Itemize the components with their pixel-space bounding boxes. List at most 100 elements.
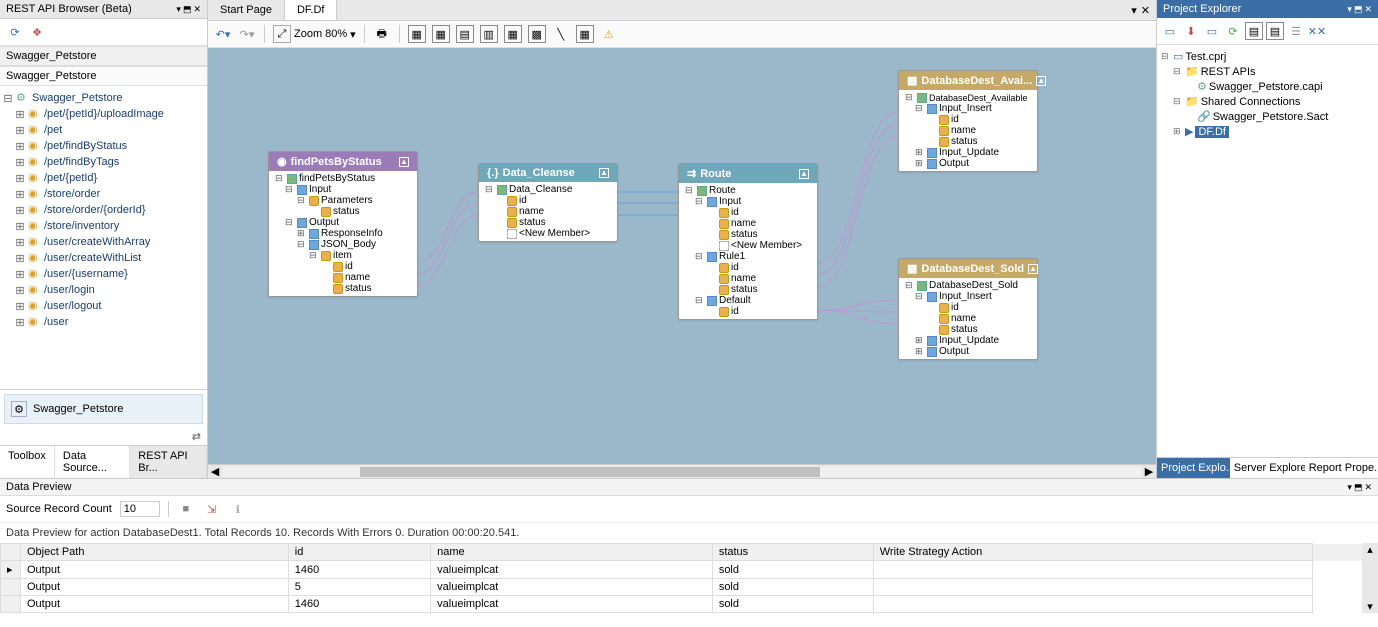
tab-data-source[interactable]: Data Source...: [55, 446, 130, 478]
api-endpoint[interactable]: /user/login: [44, 284, 95, 296]
col-object-path[interactable]: Object Path: [21, 544, 289, 561]
tab-start-page[interactable]: Start Page: [208, 0, 285, 20]
scroll-up-icon[interactable]: ▴: [1367, 543, 1373, 556]
col-name[interactable]: name: [431, 544, 713, 561]
api-tree[interactable]: ⊟⚙Swagger_Petstore ⊞◉/pet/{petId}/upload…: [0, 86, 207, 389]
refresh-icon[interactable]: ⟳: [1224, 22, 1242, 40]
api-endpoint[interactable]: /pet: [44, 124, 62, 136]
pin-icon[interactable]: ⬒: [183, 4, 192, 15]
table-row[interactable]: ▸Output1460valueimplcatsold: [1, 561, 1362, 579]
api-endpoint[interactable]: /pet/{petId}/uploadImage: [44, 108, 164, 120]
nav-arrows[interactable]: ⇄: [0, 428, 207, 445]
horizontal-scrollbar[interactable]: ◀ ▶: [208, 464, 1156, 478]
expand-icon[interactable]: ⊞: [14, 284, 26, 297]
dropdown-icon[interactable]: ▾: [176, 4, 181, 15]
close-icon[interactable]: ✕: [1364, 4, 1372, 15]
zoom-value[interactable]: 80%: [325, 28, 347, 40]
dataflow-canvas[interactable]: ◉findPetsByStatus▲ ⊟findPetsByStatus ⊟In…: [208, 48, 1156, 464]
expand-icon[interactable]: ⊞: [14, 108, 26, 121]
redo-icon[interactable]: ↷▾: [238, 25, 256, 43]
scroll-down-icon[interactable]: ▾: [1367, 600, 1373, 613]
vertical-scrollbar[interactable]: ▴ ▾: [1362, 543, 1378, 613]
api-endpoint[interactable]: /user/{username}: [44, 268, 128, 280]
stop-icon[interactable]: ■: [177, 500, 195, 518]
tree-root[interactable]: Test.cprj: [1185, 51, 1226, 63]
tab-report-properties[interactable]: Report Prope...: [1305, 458, 1378, 478]
expand-icon[interactable]: ⊞: [14, 252, 26, 265]
tree-node[interactable]: REST APIs: [1201, 66, 1256, 78]
pin-icon[interactable]: ⬒: [1354, 4, 1363, 15]
api-endpoint[interactable]: /pet/findByStatus: [44, 140, 127, 152]
warning-icon[interactable]: ⚠: [600, 25, 618, 43]
tree-leaf[interactable]: Swagger_Petstore.capi: [1209, 81, 1323, 93]
tab-dropdown-icon[interactable]: ▾: [1131, 4, 1137, 17]
undo-icon[interactable]: ↶▾: [214, 25, 232, 43]
tool-icon-5[interactable]: ▤: [1245, 22, 1263, 40]
grid-icon[interactable]: ▦: [576, 25, 594, 43]
expand-icon[interactable]: ⊞: [14, 316, 26, 329]
tool-icon-8[interactable]: ✕✕: [1308, 22, 1326, 40]
record-count-input[interactable]: [120, 501, 160, 517]
tool-icon-3[interactable]: ▭: [1203, 22, 1221, 40]
node-toggle-icon[interactable]: ▲: [599, 168, 609, 178]
tree-root-label[interactable]: Swagger_Petstore: [32, 92, 123, 104]
tree-node[interactable]: Shared Connections: [1201, 96, 1301, 108]
api-endpoint[interactable]: /user/createWithArray: [44, 236, 150, 248]
col-id[interactable]: id: [288, 544, 430, 561]
close-icon[interactable]: ✕: [193, 4, 201, 15]
expand-icon[interactable]: ⊞: [14, 140, 26, 153]
dropdown-icon[interactable]: ▾: [1347, 482, 1352, 493]
node-database-dest-available[interactable]: ▦DatabaseDest_Avai...▲ ⊟DatabaseDest_Ava…: [898, 70, 1038, 172]
project-tree[interactable]: ⊟▭Test.cprj ⊟📁REST APIs ⚙Swagger_Petstor…: [1157, 45, 1378, 457]
node-data-cleanse[interactable]: {.}Data_Cleanse▲ ⊟Data_Cleanse id name s…: [478, 163, 618, 242]
info-icon[interactable]: ℹ: [229, 500, 247, 518]
node-toggle-icon[interactable]: ▲: [1028, 264, 1038, 274]
api-endpoint[interactable]: /user/logout: [44, 300, 101, 312]
api-endpoint[interactable]: /store/inventory: [44, 220, 119, 232]
expand-icon[interactable]: ⊞: [14, 236, 26, 249]
tab-close-icon[interactable]: ✕: [1141, 4, 1150, 17]
expand-icon[interactable]: ⊞: [14, 268, 26, 281]
layout-3-icon[interactable]: ▤: [456, 25, 474, 43]
expand-icon[interactable]: ⊞: [14, 220, 26, 233]
node-route[interactable]: ⇉Route▲ ⊟Route ⊟Input id name status <Ne…: [678, 163, 818, 320]
zoom-dropdown-icon[interactable]: ▾: [350, 28, 356, 41]
node-toggle-icon[interactable]: ▲: [799, 169, 809, 179]
api-endpoint[interactable]: /pet/findByTags: [44, 156, 119, 168]
export-icon[interactable]: ⇲: [203, 500, 221, 518]
node-find-pets-by-status[interactable]: ◉findPetsByStatus▲ ⊟findPetsByStatus ⊟In…: [268, 151, 418, 297]
collapse-icon[interactable]: ⊟: [2, 92, 14, 105]
node-toggle-icon[interactable]: ▲: [1036, 76, 1046, 86]
layout-2-icon[interactable]: ▦: [432, 25, 450, 43]
tool-icon-6[interactable]: ▤: [1266, 22, 1284, 40]
expand-icon[interactable]: ⊞: [14, 124, 26, 137]
pin-icon[interactable]: ⬒: [1354, 482, 1363, 493]
print-icon[interactable]: 🖶: [373, 25, 391, 43]
tab-project-explorer[interactable]: Project Explo...: [1157, 458, 1230, 478]
data-preview-grid[interactable]: Object Path id name status Write Strateg…: [0, 543, 1362, 613]
line-tool-icon[interactable]: ╲: [552, 25, 570, 43]
tree-leaf-selected[interactable]: DF.Df: [1195, 126, 1229, 138]
node-database-dest-sold[interactable]: ▦DatabaseDest_Sold▲ ⊟DatabaseDest_Sold ⊟…: [898, 258, 1038, 360]
tree-leaf[interactable]: Swagger_Petstore.Sact: [1213, 111, 1329, 123]
scroll-right-icon[interactable]: ▶: [1142, 465, 1156, 478]
layout-6-icon[interactable]: ▩: [528, 25, 546, 43]
api-endpoint[interactable]: /store/order: [44, 188, 100, 200]
layout-4-icon[interactable]: ▥: [480, 25, 498, 43]
api-endpoint[interactable]: /user/createWithList: [44, 252, 141, 264]
expand-icon[interactable]: ⊞: [14, 204, 26, 217]
api-endpoint[interactable]: /user: [44, 316, 68, 328]
zoom-fit-icon[interactable]: ⤢: [273, 25, 291, 43]
dropdown-icon[interactable]: ▾: [1347, 4, 1352, 15]
tab-rest-api-browser[interactable]: REST API Br...: [130, 446, 207, 478]
api-endpoint[interactable]: /pet/{petId}: [44, 172, 97, 184]
node-toggle-icon[interactable]: ▲: [399, 157, 409, 167]
expand-icon[interactable]: ⊞: [14, 188, 26, 201]
api-endpoint[interactable]: /store/order/{orderId}: [44, 204, 146, 216]
expand-icon[interactable]: ⊞: [14, 300, 26, 313]
tab-toolbox[interactable]: Toolbox: [0, 446, 55, 478]
col-write-strategy[interactable]: Write Strategy Action: [873, 544, 1312, 561]
layout-1-icon[interactable]: ▦: [408, 25, 426, 43]
action-icon[interactable]: ❖: [28, 23, 46, 41]
col-status[interactable]: status: [712, 544, 873, 561]
